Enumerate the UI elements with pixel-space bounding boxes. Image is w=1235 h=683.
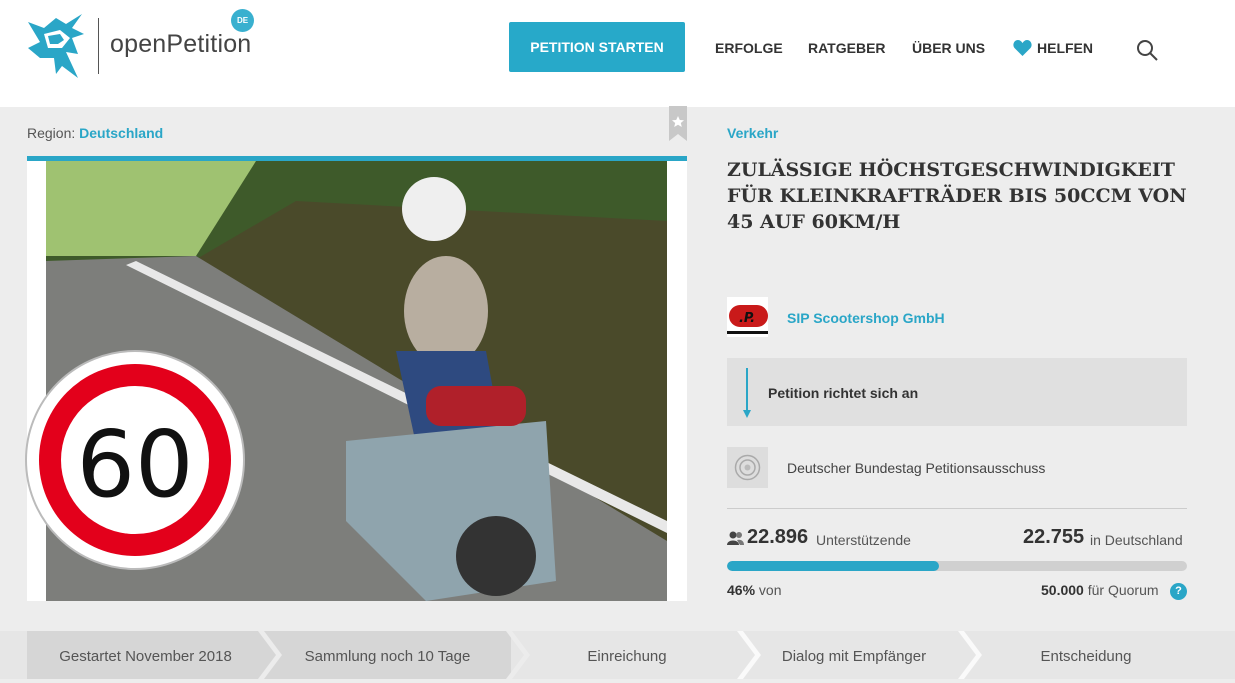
recipient-icon: [727, 447, 768, 488]
logo-divider: [98, 18, 99, 74]
openpetition-logo[interactable]: openPetition DE: [26, 9, 256, 78]
quorum-label: für Quorum: [1087, 582, 1159, 598]
category-link[interactable]: Verkehr: [727, 125, 778, 141]
step-separator-icon: [737, 631, 761, 679]
quorum-value: 50.000: [1041, 582, 1084, 598]
supporters-icon: [727, 531, 744, 545]
addressee-box: Petition richtet sich an: [727, 358, 1187, 426]
nav-erfolge[interactable]: ERFOLGE: [715, 40, 783, 56]
country-badge: DE: [231, 9, 254, 32]
petition-steps: Gestartet November 2018 Sammlung noch 10…: [0, 631, 1235, 679]
bird-icon: [28, 14, 84, 78]
step-started: Gestartet November 2018: [27, 631, 264, 679]
search-icon[interactable]: [1135, 38, 1159, 62]
germany-label: in Deutschland: [1090, 532, 1183, 548]
percent-value: 46%: [727, 582, 756, 598]
step-separator-icon: [506, 631, 530, 679]
petition-image-frame: 60: [25, 156, 687, 601]
speed-limit-sign: 60: [25, 350, 245, 570]
region-label: Region:: [27, 125, 76, 141]
germany-count: 22.755: [1023, 526, 1085, 548]
heart-icon: [1013, 40, 1032, 56]
nav-ueber-uns[interactable]: ÜBER UNS: [912, 40, 985, 56]
step-submission: Einreichung: [587, 648, 667, 665]
step-decision: Entscheidung: [1040, 648, 1132, 665]
svg-text:.P.: .P.: [739, 311, 755, 326]
step-dialog: Dialog mit Empfänger: [781, 648, 927, 665]
addressee-label: Petition richtet sich an: [768, 385, 919, 401]
quorum-info: 50.000 für Quorum: [1041, 582, 1159, 598]
speed-limit-value: 60: [76, 411, 193, 518]
petition-title: ZULÄSSIGE HÖCHSTGESCHWINDIGKEIT FÜR KLEI…: [727, 159, 1187, 233]
bookmark-star-icon[interactable]: [669, 106, 687, 141]
recipient-name[interactable]: Deutscher Bundestag Petitionsausschuss: [787, 460, 1045, 476]
help-icon[interactable]: ?: [1170, 583, 1187, 600]
nav-helfen[interactable]: HELFEN: [1013, 40, 1093, 56]
supporters-label: Unterstützende: [816, 532, 911, 548]
stats-divider: [727, 508, 1187, 509]
start-petition-button[interactable]: PETITION STARTEN: [509, 22, 685, 72]
site-header: openPetition DE PETITION STARTEN ERFOLGE…: [0, 0, 1235, 107]
author-name[interactable]: SIP Scootershop GmbH: [787, 310, 945, 326]
step-separator-icon: [958, 631, 982, 679]
supporters-count: 22.896: [747, 526, 809, 548]
author-logo: .P.: [727, 297, 768, 337]
step-separator-icon: [258, 631, 282, 679]
nav-ratgeber[interactable]: RATGEBER: [808, 40, 886, 56]
nav-helfen-label: HELFEN: [1037, 40, 1093, 56]
brand-name: openPetition: [110, 30, 252, 58]
quorum-progress-bar: [727, 561, 1187, 571]
percent-info: 46% von: [727, 582, 782, 598]
arrow-down-icon: [743, 368, 751, 418]
region-link[interactable]: Deutschland: [79, 125, 163, 141]
progress-fill: [727, 561, 939, 571]
region-info: Region: Deutschland: [27, 125, 163, 141]
step-collection: Sammlung noch 10 Tage: [264, 631, 511, 679]
percent-suffix: von: [758, 582, 782, 598]
